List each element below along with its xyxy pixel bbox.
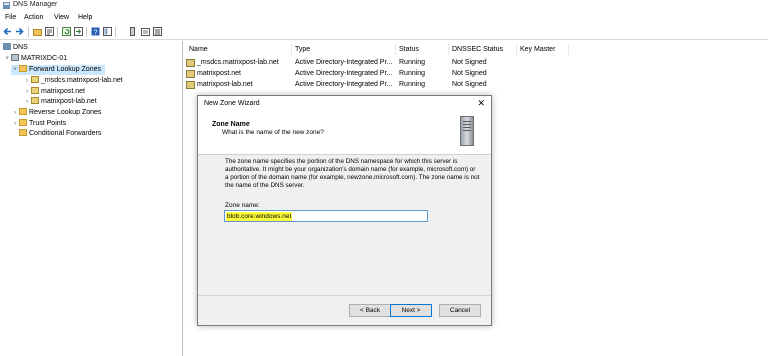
table-row[interactable]: matrixpost.net Active Directory-Integrat… xyxy=(184,69,768,79)
close-icon[interactable]: ✕ xyxy=(477,98,485,109)
menu-bar: File Action View Help xyxy=(0,12,768,24)
chevron-down-icon[interactable]: ˅ xyxy=(11,65,19,75)
zone-icon xyxy=(186,70,195,78)
folder-up-icon[interactable] xyxy=(33,27,42,36)
dns-icon xyxy=(3,43,11,50)
wizard-heading: Zone Name xyxy=(212,121,250,128)
table-row[interactable]: _msdcs.matrixpost-lab.net Active Directo… xyxy=(184,58,768,68)
toolbar-separator xyxy=(86,27,87,37)
zone-status: Running xyxy=(399,59,426,66)
server-icon xyxy=(11,54,19,61)
column-header-dnssec-status[interactable]: DNSSEC Status xyxy=(449,44,517,55)
tree-item-label: Reverse Lookup Zones xyxy=(29,109,102,116)
server-icon[interactable] xyxy=(128,27,137,36)
folder-icon xyxy=(19,108,27,115)
divider xyxy=(198,295,491,296)
toolbar-separator xyxy=(57,27,58,37)
zone-name: _msdcs.matrixpost-lab.net xyxy=(197,59,279,66)
zone-dnssec-status: Not Signed xyxy=(452,70,487,77)
tree-item-label: matrixpost.net xyxy=(41,88,85,95)
folder-icon xyxy=(19,65,27,72)
back-button[interactable]: < Back xyxy=(349,304,391,317)
tree-item-label: _msdcs.matrixpost-lab.net xyxy=(41,77,123,84)
zone-type: Active Directory-Integrated Pr... xyxy=(295,59,393,66)
next-button[interactable]: Next > xyxy=(390,304,432,317)
console-tree: DNS ˅ MATRIXDC-01 ˅ Forward Lookup Zones ›… xyxy=(0,41,183,356)
table-row[interactable]: matrixpost-lab.net Active Directory-Inte… xyxy=(184,80,768,90)
dialog-title: New Zone Wizard xyxy=(204,100,260,107)
zone-icon xyxy=(186,81,195,89)
dns-manager-icon xyxy=(3,2,10,9)
show-hide-icon[interactable] xyxy=(103,27,112,36)
tree-item-label: Trust Points xyxy=(29,120,67,127)
back-icon[interactable] xyxy=(3,27,12,36)
tree-item-trust-points[interactable]: › Trust Points xyxy=(11,119,66,129)
tree-item-label: MATRIXDC-01 xyxy=(21,55,68,62)
server-icon xyxy=(460,116,474,146)
new-zone-wizard-dialog: New Zone Wizard ✕ Zone Name What is the … xyxy=(197,95,492,326)
zone-status: Running xyxy=(399,70,426,77)
tree-item-dns[interactable]: DNS xyxy=(3,43,28,53)
zone-name: matrixpost-lab.net xyxy=(197,81,253,88)
toolbar-separator xyxy=(28,27,29,37)
window-title: DNS Manager xyxy=(13,1,58,8)
menu-file[interactable]: File xyxy=(5,14,16,21)
export-icon[interactable] xyxy=(74,27,83,36)
zone-name-label: Zone name: xyxy=(225,202,260,209)
menu-action[interactable]: Action xyxy=(24,14,43,21)
folder-icon xyxy=(19,119,27,126)
zone-icon[interactable] xyxy=(141,27,150,36)
chevron-right-icon[interactable]: › xyxy=(23,76,31,86)
tree-item-label: Forward Lookup Zones xyxy=(29,66,101,73)
folder-icon xyxy=(19,129,27,136)
menu-view[interactable]: View xyxy=(54,14,69,21)
chevron-down-icon[interactable]: ˅ xyxy=(3,54,11,64)
zone-dnssec-status: Not Signed xyxy=(452,59,487,66)
column-header-key-master[interactable]: Key Master xyxy=(517,44,569,55)
tree-item-server[interactable]: ˅ MATRIXDC-01 xyxy=(3,54,67,64)
chevron-right-icon[interactable]: › xyxy=(23,87,31,97)
zone-type: Active Directory-Integrated Pr... xyxy=(295,70,393,77)
wizard-description: The zone name specifies the portion of t… xyxy=(225,158,480,189)
tree-item-zone[interactable]: › _msdcs.matrixpost-lab.net xyxy=(23,76,123,86)
toolbar: ? xyxy=(0,25,768,40)
column-header-name[interactable]: Name xyxy=(186,44,292,55)
column-header-status[interactable]: Status xyxy=(396,44,449,55)
tree-item-label: matrixpost-lab.net xyxy=(41,98,97,105)
wizard-header: Zone Name What is the name of the new zo… xyxy=(198,112,491,155)
zone-icon xyxy=(31,97,39,104)
zone-icon xyxy=(31,87,39,94)
chevron-right-icon[interactable]: › xyxy=(11,119,19,129)
zone-dnssec-status: Not Signed xyxy=(452,81,487,88)
zone-status: Running xyxy=(399,81,426,88)
tree-item-label: Conditional Forwarders xyxy=(29,130,102,137)
wizard-subheading: What is the name of the new zone? xyxy=(222,129,324,136)
tree-item-reverse-lookup-zones[interactable]: › Reverse Lookup Zones xyxy=(11,108,101,118)
tree-item-zone[interactable]: › matrixpost.net xyxy=(23,87,85,97)
menu-help[interactable]: Help xyxy=(78,14,92,21)
tree-item-forward-lookup-zones[interactable]: ˅ Forward Lookup Zones xyxy=(11,65,105,75)
title-bar: DNS Manager xyxy=(0,0,768,12)
chevron-right-icon[interactable]: › xyxy=(11,108,19,118)
zone-icon xyxy=(186,59,195,67)
zone-name: matrixpost.net xyxy=(197,70,241,77)
column-header-type[interactable]: Type xyxy=(292,44,396,55)
forward-icon[interactable] xyxy=(15,27,24,36)
tree-item-zone[interactable]: › matrixpost-lab.net xyxy=(23,97,97,107)
cancel-button[interactable]: Cancel xyxy=(439,304,481,317)
zone-type: Active Directory-Integrated Pr... xyxy=(295,81,393,88)
tree-item-conditional-forwarders[interactable]: Conditional Forwarders xyxy=(19,129,101,139)
tree-item-label: DNS xyxy=(13,44,28,51)
help-icon[interactable]: ? xyxy=(91,27,100,36)
properties-icon[interactable] xyxy=(45,27,54,36)
dialog-title-bar: New Zone Wizard ✕ xyxy=(198,96,491,112)
svg-text:?: ? xyxy=(94,30,98,37)
chevron-right-icon[interactable]: › xyxy=(23,97,31,107)
list-icon[interactable] xyxy=(153,27,162,36)
zone-icon xyxy=(31,76,39,83)
toolbar-separator xyxy=(115,27,116,37)
zone-name-value: blob.core.windows.net xyxy=(226,212,293,221)
refresh-icon[interactable] xyxy=(62,27,71,36)
